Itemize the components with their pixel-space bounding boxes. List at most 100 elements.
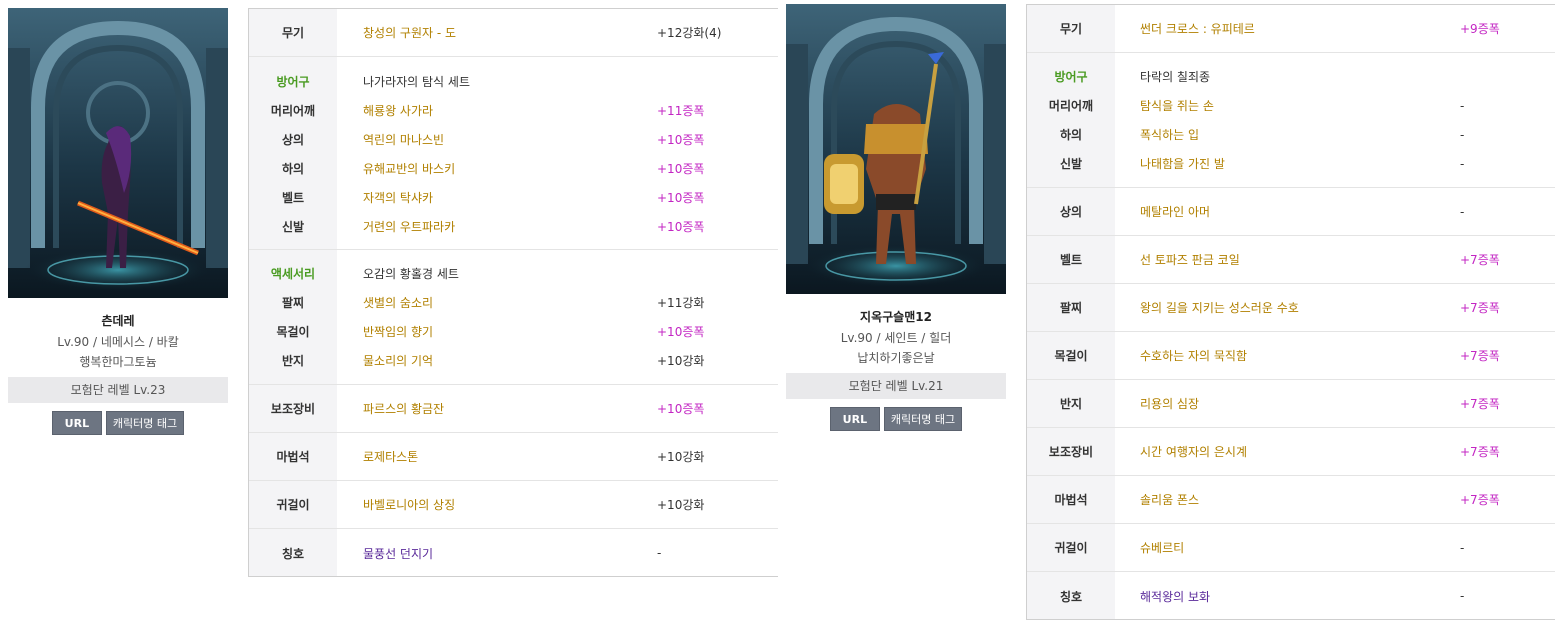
equip-row-shoes[interactable]: 신발 나태함을 가진 발 - — [1027, 149, 1555, 178]
item-name[interactable]: 해룡왕 사가라 — [363, 102, 657, 119]
slot-label: 무기 — [281, 26, 305, 40]
equip-row-title[interactable]: 칭호 물풍선 던지기 - — [249, 539, 778, 568]
equip-row-title[interactable]: 칭호 해적왕의 보화 - — [1027, 582, 1555, 611]
slot-label: 귀걸이 — [1054, 541, 1088, 555]
slot-label: 방어구 — [1054, 70, 1088, 84]
slot-label: 팔찌 — [1059, 301, 1083, 315]
item-enhancement: +10증폭 — [657, 325, 705, 339]
equip-row-top[interactable]: 상의 역린의 마나스빈 +10증폭 — [249, 125, 778, 154]
slot-label: 마법석 — [276, 450, 310, 464]
equip-row-weapon[interactable]: 무기 썬더 크로스 : 유피테르 +9증폭 — [1027, 14, 1555, 43]
item-name[interactable]: 폭식하는 입 — [1140, 126, 1460, 143]
equip-row-sub[interactable]: 보조장비 시간 여행자의 은시계 +7증폭 — [1027, 437, 1555, 466]
item-name[interactable]: 파르스의 황금잔 — [363, 400, 657, 417]
item-enhancement: - — [1460, 98, 1465, 113]
equip-row-shoulder[interactable]: 머리어깨 탐식을 쥐는 손 - — [1027, 91, 1555, 120]
item-name[interactable]: 로제타스톤 — [363, 448, 657, 465]
slot-label: 벨트 — [281, 191, 305, 205]
equip-row-shoes[interactable]: 신발 거련의 우트파라카 +10증폭 — [249, 212, 778, 241]
item-name[interactable]: 샛별의 숨소리 — [363, 294, 657, 311]
adventure-level: 모험단 레벨 Lv.23 — [8, 377, 228, 403]
item-enhancement: +11증폭 — [657, 104, 705, 118]
equip-row-sub[interactable]: 보조장비 파르스의 황금잔 +10증폭 — [249, 394, 778, 423]
equip-row-weapon[interactable]: 무기 창성의 구원자 - 도 +12강화(4) — [249, 18, 778, 47]
equip-row-necklace[interactable]: 목걸이 반짝임의 향기 +10증폭 — [249, 317, 778, 346]
equip-row-bottom[interactable]: 하의 유해교반의 바스키 +10증폭 — [249, 154, 778, 183]
weapon-section: 무기 창성의 구원자 - 도 +12강화(4) — [249, 9, 778, 57]
slot-label: 머리어깨 — [1048, 99, 1094, 113]
item-name[interactable]: 창성의 구원자 - 도 — [363, 24, 657, 41]
item-name[interactable]: 자객의 탁샤카 — [363, 189, 657, 206]
equip-row-magic-stone[interactable]: 마법석 솔리움 폰스 +7증폭 — [1027, 485, 1555, 514]
equipment-content: 무기 창성의 구원자 - 도 +12강화(4) 방어구 나가라자의 탐식 세트 … — [249, 9, 778, 577]
character-name: 츤데레 — [101, 314, 135, 328]
equip-row-ring[interactable]: 반지 리용의 심장 +7증폭 — [1027, 389, 1555, 418]
item-name[interactable]: 메탈라인 아머 — [1140, 203, 1460, 220]
url-button[interactable]: URL — [51, 411, 102, 435]
slot-label: 신발 — [1059, 157, 1083, 171]
item-name[interactable]: 유해교반의 바스키 — [363, 160, 657, 177]
equip-row-bottom[interactable]: 하의 폭식하는 입 - — [1027, 120, 1555, 149]
slot-label: 머리어깨 — [270, 104, 316, 118]
equipment-table-2: 무기 썬더 크로스 : 유피테르 +9증폭 방어구 타락의 칠죄종 머리어깨 탐… — [1026, 4, 1555, 620]
item-name[interactable]: 물소리의 기억 — [363, 352, 657, 369]
character-info: Lv.90 / 세인트 / 힐더 — [840, 331, 952, 345]
item-enhancement: +10증폭 — [657, 220, 705, 234]
character-name-tag-button[interactable]: 캐릭터명 태그 — [105, 411, 185, 435]
equip-row-bracelet[interactable]: 팔찌 샛별의 숨소리 +11강화 — [249, 288, 778, 317]
item-name[interactable]: 나태함을 가진 발 — [1140, 155, 1460, 172]
armor-set-row: 방어구 나가라자의 탐식 세트 — [249, 67, 778, 96]
sub-equipment-section: 보조장비 시간 여행자의 은시계 +7증폭 — [1027, 428, 1555, 476]
item-name[interactable]: 선 토파즈 판금 코일 — [1140, 251, 1460, 268]
equip-row-earring[interactable]: 귀걸이 바벨로니아의 상징 +10강화 — [249, 490, 778, 519]
equip-row-necklace[interactable]: 목걸이 수호하는 자의 묵직함 +7증폭 — [1027, 341, 1555, 370]
item-name[interactable]: 슈베르티 — [1140, 539, 1460, 556]
item-enhancement: +11강화 — [657, 296, 705, 310]
item-name[interactable]: 수호하는 자의 묵직함 — [1140, 347, 1460, 364]
character-name-tag-button[interactable]: 캐릭터명 태그 — [883, 407, 963, 431]
slot-label: 보조장비 — [270, 402, 316, 416]
armor-section: 방어구 타락의 칠죄종 머리어깨 탐식을 쥐는 손 - 하의 폭식하는 입 - … — [1027, 53, 1555, 188]
item-name[interactable]: 해적왕의 보화 — [1140, 588, 1460, 605]
set-name: 오감의 황홀경 세트 — [363, 267, 459, 281]
item-name[interactable]: 솔리움 폰스 — [1140, 491, 1460, 508]
item-enhancement: +7증폭 — [1460, 301, 1500, 315]
equip-row-belt[interactable]: 벨트 선 토파즈 판금 코일 +7증폭 — [1027, 245, 1555, 274]
equip-row-earring[interactable]: 귀걸이 슈베르티 - — [1027, 533, 1555, 562]
item-enhancement: +10증폭 — [657, 191, 705, 205]
magic-stone-section: 마법석 솔리움 폰스 +7증폭 — [1027, 476, 1555, 524]
item-name[interactable]: 시간 여행자의 은시계 — [1140, 443, 1460, 460]
equip-row-magic-stone[interactable]: 마법석 로제타스톤 +10강화 — [249, 442, 778, 471]
item-enhancement: +7증폭 — [1460, 397, 1500, 411]
item-name[interactable]: 반짝임의 향기 — [363, 323, 657, 340]
character-guild: 행복한마그토늄 — [79, 355, 157, 369]
item-name[interactable]: 탐식을 쥐는 손 — [1140, 97, 1460, 114]
url-button[interactable]: URL — [829, 407, 880, 431]
equip-row-ring[interactable]: 반지 물소리의 기억 +10강화 — [249, 346, 778, 375]
item-name[interactable]: 물풍선 던지기 — [363, 545, 657, 562]
item-name[interactable]: 리용의 심장 — [1140, 395, 1460, 412]
slot-label: 마법석 — [1054, 493, 1088, 507]
equip-row-shoulder[interactable]: 머리어깨 해룡왕 사가라 +11증폭 — [249, 96, 778, 125]
character-portrait — [8, 8, 228, 298]
weapon-section: 무기 썬더 크로스 : 유피테르 +9증폭 — [1027, 5, 1555, 53]
item-enhancement: - — [1460, 540, 1465, 555]
item-name[interactable]: 썬더 크로스 : 유피테르 — [1140, 20, 1460, 37]
character-card-2: 지옥구슬맨12 Lv.90 / 세인트 / 힐더 납치하기좋은날 모험단 레벨 … — [786, 4, 1006, 431]
item-name[interactable]: 거련의 우트파라카 — [363, 218, 657, 235]
armor-section: 방어구 나가라자의 탐식 세트 머리어깨 해룡왕 사가라 +11증폭 상의 역린… — [249, 57, 778, 250]
item-enhancement: - — [1460, 589, 1465, 603]
slot-label: 하의 — [281, 162, 305, 176]
item-enhancement: - — [1460, 204, 1465, 219]
item-enhancement: +10증폭 — [657, 133, 705, 147]
equip-row-top[interactable]: 상의 메탈라인 아머 - — [1027, 197, 1555, 226]
item-name[interactable]: 왕의 길을 지키는 성스러운 수호 — [1140, 299, 1460, 316]
item-name[interactable]: 역린의 마나스빈 — [363, 131, 657, 148]
equip-row-belt[interactable]: 벨트 자객의 탁샤카 +10증폭 — [249, 183, 778, 212]
slot-label: 보조장비 — [1048, 445, 1094, 459]
character-guild: 납치하기좋은날 — [857, 351, 935, 365]
item-name[interactable]: 바벨로니아의 상징 — [363, 496, 657, 513]
accessory-set-row: 액세서리 오감의 황홀경 세트 — [249, 259, 778, 288]
equip-row-bracelet[interactable]: 팔찌 왕의 길을 지키는 성스러운 수호 +7증폭 — [1027, 293, 1555, 322]
slot-label: 반지 — [1059, 397, 1083, 411]
